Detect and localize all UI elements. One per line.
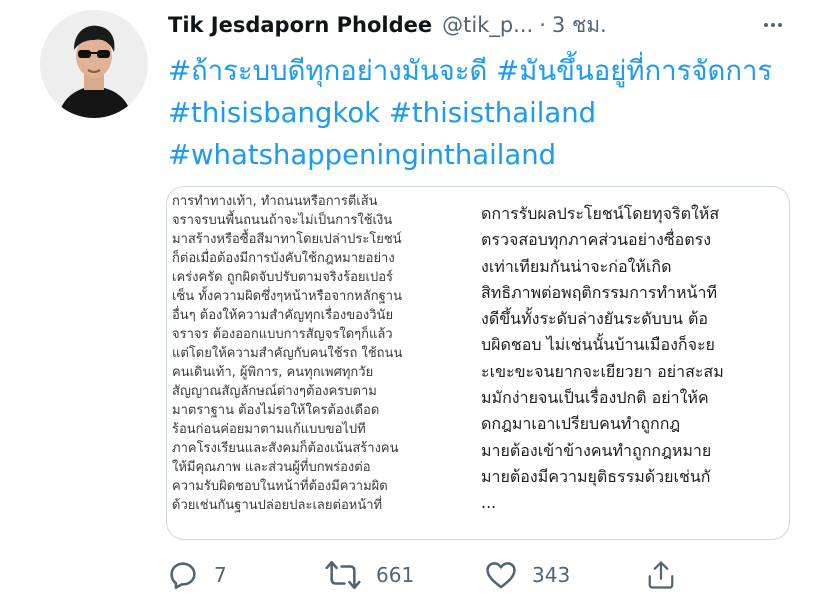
author-avatar[interactable] xyxy=(40,10,148,118)
media-text-line: ตรวจสอบทุกภาคส่วนอย่างซื่อตรง xyxy=(481,230,712,250)
media-text-line: แต่โดยให้ความสำคัญกับคนใช้รถ ใช้ถนน xyxy=(172,346,403,361)
share-button[interactable] xyxy=(646,555,676,595)
separator-dot: · xyxy=(539,13,546,37)
media-text-line: ภาคโรงเรียนและสังคมก็ต้องเน้นสร้างคน xyxy=(172,441,399,456)
tweet-action-bar: 7 661 343 xyxy=(166,555,686,595)
share-icon xyxy=(648,561,674,589)
media-text-column-left: การทำทางเท้า, ทำถนนหรือการตีเส้นจราจรบนพ… xyxy=(172,192,468,532)
media-text-line: เคร่งครัด ถูกผิดจับปรับตามจริงร้อยเปอร์ xyxy=(172,270,394,285)
author-name[interactable]: Tik Jesdaporn Pholdee xyxy=(168,13,432,37)
media-text-line: ให้มีคุณภาพ และส่วนผู้ที่บกพร่องต่อ xyxy=(172,460,371,475)
media-text-line: งดีขึ้นทั้งระดับล่างยันระดับบน ต้อ xyxy=(481,309,708,329)
media-text-line: สัญญาณสัญลักษณ์ต่างๆต้องครบตาม xyxy=(172,384,377,399)
media-text-line: มายต้องเข้าข้างคนทำถูกกฎหมาย xyxy=(481,440,712,460)
media-text-line: งเท่าเทียมกันน่าจะก่อให้เกิด xyxy=(481,256,672,276)
media-text-line: อื่นๆ ต้องให้ความสำคัญทุกเรื่องของวินัย xyxy=(172,308,394,323)
media-text-line: สิทธิภาพต่อพฤติกรรมการทำหน้าที xyxy=(481,282,718,302)
media-text-line: ะเขะขะจนยากจะเยียวยา อย่าสะสม xyxy=(481,361,724,381)
media-text-line: มาสร้างหรือซื้อสีมาทาโดยเปล่าประโยชน์ xyxy=(172,232,402,247)
reply-count: 7 xyxy=(214,563,227,587)
tweet-header: Tik Jesdaporn Pholdee @tik_p... · 3 ชม. xyxy=(168,10,788,40)
media-text-line: เซ็น ทั้งความผิดซึ่งๆหน้าหรือจากหลักฐาน xyxy=(172,289,402,304)
hashtag-link[interactable]: #whatshappeninginthailand xyxy=(168,139,556,171)
tweet-body: #ถ้าระบบดีทุกอย่างมันจะดี #มันขึ้นอยู่ที… xyxy=(168,50,788,176)
hashtag-link[interactable]: #มันขึ้นอยู่ที่การจัดการ xyxy=(496,55,772,87)
media-text-line: ... xyxy=(481,493,497,513)
hashtag-link[interactable]: #thisisbangkok xyxy=(168,97,380,129)
heart-icon xyxy=(486,562,516,589)
reply-button[interactable]: 7 xyxy=(166,555,227,595)
media-text-line: มมักง่ายจนเป็นเรื่องปกติ อย่าให้ค xyxy=(481,388,709,408)
reply-icon xyxy=(170,562,196,590)
like-count: 343 xyxy=(532,563,571,587)
media-text-line: ก็ต่อเมื่อต้องมีการบังคับใช้กฎหมายอย่าง xyxy=(172,251,395,266)
media-text-line: ความรับผิดชอบในหน้าที่ต้องมีความผิด xyxy=(172,479,388,494)
media-text-line: มายต้องมีความยุติธรรมด้วยเช่นกั xyxy=(481,466,711,486)
media-text-line: มาตราฐาน ต้องไม่รอให้ใครต้องเดือด xyxy=(172,403,380,418)
more-dots-icon[interactable] xyxy=(758,10,788,40)
media-text-line: จราจรบนพื้นถนนถ้าจะไม่เป็นการใช้เงิน xyxy=(172,213,393,228)
media-text-line: ด้วยเช่นกันฐานปล่อยปละเลยต่อหน้าที่ xyxy=(172,498,383,513)
media-text-line: บผิดชอบ ไม่เช่นนั้นบ้านเมืองก็จะย xyxy=(481,335,715,355)
hashtag-link[interactable]: #ถ้าระบบดีทุกอย่างมันจะดี xyxy=(168,55,487,87)
media-text-line: การทำทางเท้า, ทำถนนหรือการตีเส้น xyxy=(172,194,378,209)
retweet-icon xyxy=(325,560,361,590)
media-text-column-right: ัดการรับผลประโยชน์โดยทุจริตให้สตรวจสอบทุ… xyxy=(481,201,787,531)
retweet-count: 661 xyxy=(376,563,415,587)
media-text-line: จราจร ต้องออกแบบการสัญจรใดๆก็แล้ว xyxy=(172,327,393,342)
author-handle[interactable]: @tik_p... xyxy=(442,13,533,37)
media-text-line: ร้อนก่อนค่อยมาตามแก้แบบขอไปที xyxy=(172,422,366,437)
hashtag-link[interactable]: #thisisthailand xyxy=(389,97,596,129)
tweet-media-image[interactable]: การทำทางเท้า, ทำถนนหรือการตีเส้นจราจรบนพ… xyxy=(166,186,790,540)
media-text-line: คนเดินเท้า, ผู้พิการ, คนทุกเพศทุกวัย xyxy=(172,365,374,380)
tweet-timestamp[interactable]: 3 ชม. xyxy=(552,9,607,42)
avatar-photo xyxy=(40,10,148,118)
media-text-line: ดกฎมาเอาเปรียบคนทำถูกกฎ xyxy=(481,414,681,434)
retweet-button[interactable]: 661 xyxy=(324,555,414,595)
like-button[interactable]: 343 xyxy=(484,555,570,595)
media-text-line: ัดการรับผลประโยชน์โดยทุจริตให้ส xyxy=(481,204,720,223)
